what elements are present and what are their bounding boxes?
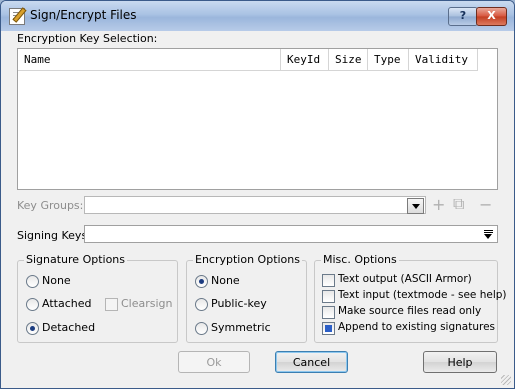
encryption-public-key-label[interactable]: Public-key [211,297,267,310]
minus-icon[interactable]: − [479,197,492,213]
signing-keys-combo[interactable] [84,225,498,243]
column-header-name[interactable]: Name [18,49,281,71]
plus-icon[interactable]: + [432,197,445,213]
signature-options-group: Signature Options None Attached Clearsig… [17,253,178,343]
window-title: Sign/Encrypt Files [30,8,137,22]
text-output-checkbox[interactable] [322,274,335,287]
help-title-button[interactable]: ? [448,7,478,26]
encryption-options-group: Encryption Options None Public-key Symme… [186,253,307,343]
dropdown-arrow-icon[interactable] [483,230,494,239]
misc-options-group: Misc. Options Text output (ASCII Armor) … [314,253,507,343]
sign-encrypt-dialog: Sign/Encrypt Files ? X Encryption Key Se… [0,0,515,389]
read-only-label[interactable]: Make source files read only [338,305,481,317]
append-signatures-checkbox[interactable] [322,322,335,335]
misc-options-title: Misc. Options [321,253,399,266]
encryption-none-radio[interactable] [195,275,208,288]
key-groups-label: Key Groups: [17,199,84,212]
clearsign-label[interactable]: Clearsign [121,297,173,310]
signature-attached-radio[interactable] [26,298,39,311]
signature-attached-label[interactable]: Attached [42,297,91,310]
column-header-validity[interactable]: Validity [409,49,478,71]
text-output-label[interactable]: Text output (ASCII Armor) [338,273,472,285]
signature-options-title: Signature Options [24,253,128,266]
signature-detached-label[interactable]: Detached [42,321,95,334]
encryption-public-key-radio[interactable] [195,298,208,311]
column-header-type[interactable]: Type [368,49,409,71]
encryption-none-label[interactable]: None [211,274,240,287]
cancel-button[interactable]: Cancel [275,351,348,373]
signature-detached-radio[interactable] [26,322,39,335]
add-group-icon[interactable]: ⧉ [453,196,464,212]
encryption-options-title: Encryption Options [193,253,302,266]
title-bar[interactable]: Sign/Encrypt Files ? X [1,1,514,31]
chevron-down-icon[interactable] [407,198,424,214]
signature-none-label[interactable]: None [42,274,71,287]
text-input-label[interactable]: Text input (textmode - see help) [338,289,507,301]
signing-keys-label: Signing Keys: [17,229,91,242]
clearsign-checkbox[interactable] [105,298,118,311]
column-header-size[interactable]: Size [329,49,368,71]
read-only-checkbox[interactable] [322,306,335,319]
key-groups-combo[interactable] [84,196,426,214]
signature-none-radio[interactable] [26,275,39,288]
text-input-checkbox[interactable] [322,290,335,303]
ok-button[interactable]: Ok [178,351,250,373]
key-list[interactable]: Name KeyId Size Type Validity [17,48,498,190]
close-button[interactable]: X [476,7,507,26]
sign-encrypt-app-icon [9,8,25,25]
column-header-keyid[interactable]: KeyId [281,49,329,71]
resize-grip-icon[interactable] [501,375,511,385]
append-signatures-label[interactable]: Append to existing signatures [338,321,495,333]
key-selection-label: Encryption Key Selection: [17,32,158,45]
encryption-symmetric-radio[interactable] [195,322,208,335]
help-button[interactable]: Help [423,351,497,373]
encryption-symmetric-label[interactable]: Symmetric [211,321,271,334]
